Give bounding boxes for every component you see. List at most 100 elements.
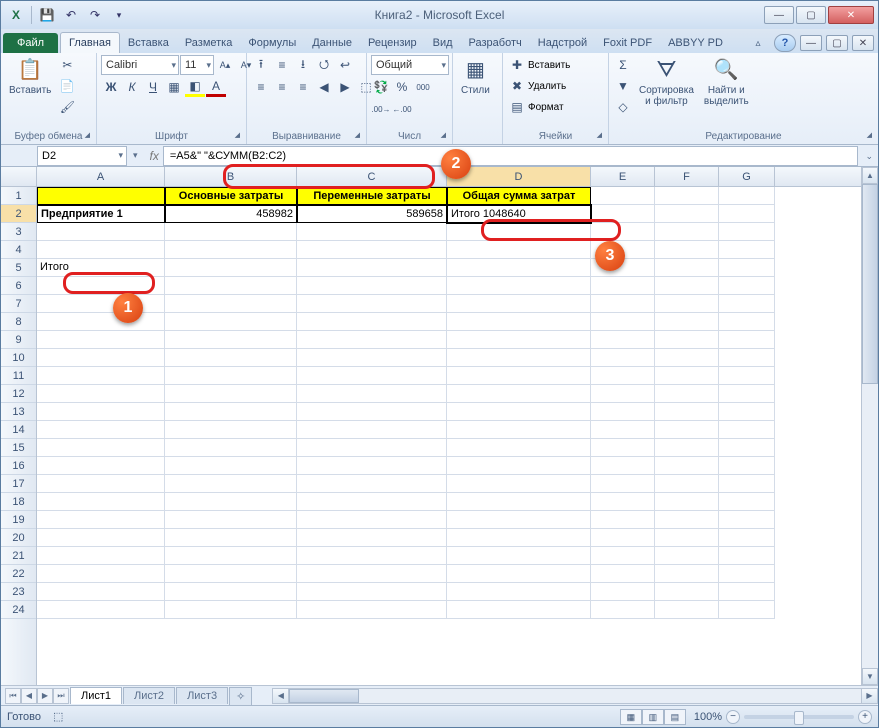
align-middle-icon[interactable]: ≡ (272, 55, 292, 75)
cell-C17[interactable] (297, 475, 447, 493)
wrap-text-icon[interactable]: ↩ (335, 55, 355, 75)
cell-C18[interactable] (297, 493, 447, 511)
scroll-left-icon[interactable]: ◀ (273, 689, 289, 703)
cell-B18[interactable] (165, 493, 297, 511)
select-all-button[interactable] (1, 167, 37, 186)
cell-F22[interactable] (655, 565, 719, 583)
cell-F4[interactable] (655, 241, 719, 259)
zoom-slider[interactable] (744, 715, 854, 719)
undo-icon[interactable]: ↶ (60, 4, 82, 26)
cell-G6[interactable] (719, 277, 775, 295)
cell-D18[interactable] (447, 493, 591, 511)
indent-dec-icon[interactable]: ◀ (314, 77, 334, 97)
cell-E13[interactable] (591, 403, 655, 421)
cell-G10[interactable] (719, 349, 775, 367)
cell-A15[interactable] (37, 439, 165, 457)
cell-B8[interactable] (165, 313, 297, 331)
cell-G1[interactable] (719, 187, 775, 205)
row-header[interactable]: 9 (1, 331, 36, 349)
row-header[interactable]: 18 (1, 493, 36, 511)
cell-D2[interactable]: Итого 1048640 (447, 205, 591, 223)
qat-customize-icon[interactable]: ▾ (108, 4, 130, 26)
maximize-button[interactable]: ▢ (796, 6, 826, 24)
cell-F2[interactable] (655, 205, 719, 223)
cell-G9[interactable] (719, 331, 775, 349)
redo-icon[interactable]: ↷ (84, 4, 106, 26)
tab-home[interactable]: Главная (60, 32, 120, 53)
cell-D13[interactable] (447, 403, 591, 421)
file-tab[interactable]: Файл (3, 33, 58, 53)
zoom-level[interactable]: 100% (694, 711, 722, 723)
cell-D7[interactable] (447, 295, 591, 313)
cell-B23[interactable] (165, 583, 297, 601)
tab-developer[interactable]: Разработч (461, 33, 530, 53)
cell-G12[interactable] (719, 385, 775, 403)
cell-B17[interactable] (165, 475, 297, 493)
cell-G14[interactable] (719, 421, 775, 439)
cell-D5[interactable] (447, 259, 591, 277)
cell-A7[interactable] (37, 295, 165, 313)
h-scroll-thumb[interactable] (289, 689, 359, 703)
row-header[interactable]: 5 (1, 259, 36, 277)
align-top-icon[interactable]: ⭱ (251, 55, 271, 75)
cell-D6[interactable] (447, 277, 591, 295)
sheet-first-icon[interactable]: ⏮ (5, 688, 21, 704)
cell-E23[interactable] (591, 583, 655, 601)
delete-cells-label[interactable]: Удалить (528, 81, 566, 92)
sheet-tab-2[interactable]: Лист2 (123, 687, 175, 704)
cell-B10[interactable] (165, 349, 297, 367)
cell-F11[interactable] (655, 367, 719, 385)
cell-F7[interactable] (655, 295, 719, 313)
v-scroll-thumb[interactable] (862, 184, 878, 384)
cell-B13[interactable] (165, 403, 297, 421)
cell-C7[interactable] (297, 295, 447, 313)
cells-area[interactable]: Основные затратыПеременные затратыОбщая … (37, 187, 861, 685)
ribbon-minimize-icon[interactable]: ▵ (748, 33, 768, 53)
cell-F16[interactable] (655, 457, 719, 475)
italic-button[interactable]: К (122, 77, 142, 97)
row-header[interactable]: 20 (1, 529, 36, 547)
cell-F3[interactable] (655, 223, 719, 241)
cell-B21[interactable] (165, 547, 297, 565)
align-right-icon[interactable]: ≡ (293, 77, 313, 97)
scroll-up-icon[interactable]: ▲ (862, 167, 878, 184)
cell-D21[interactable] (447, 547, 591, 565)
sheet-last-icon[interactable]: ⏭ (53, 688, 69, 704)
cell-A21[interactable] (37, 547, 165, 565)
row-header[interactable]: 14 (1, 421, 36, 439)
row-header[interactable]: 16 (1, 457, 36, 475)
cell-A13[interactable] (37, 403, 165, 421)
cell-G23[interactable] (719, 583, 775, 601)
formula-bar-expand-icon[interactable]: ⌄ (865, 151, 873, 162)
horizontal-scrollbar[interactable]: ◀ ▶ (272, 688, 878, 704)
cell-A2[interactable]: Предприятие 1 (37, 205, 165, 223)
sheet-next-icon[interactable]: ▶ (37, 688, 53, 704)
col-header-b[interactable]: B (165, 167, 297, 186)
cell-E20[interactable] (591, 529, 655, 547)
cell-A20[interactable] (37, 529, 165, 547)
tab-layout[interactable]: Разметка (177, 33, 241, 53)
name-box[interactable]: D2 (37, 146, 127, 166)
cell-D22[interactable] (447, 565, 591, 583)
paste-button[interactable]: 📋 Вставить (5, 55, 55, 98)
cell-A24[interactable] (37, 601, 165, 619)
cell-F15[interactable] (655, 439, 719, 457)
cell-A6[interactable] (37, 277, 165, 295)
cell-C6[interactable] (297, 277, 447, 295)
cell-C5[interactable] (297, 259, 447, 277)
tab-data[interactable]: Данные (304, 33, 360, 53)
cell-B3[interactable] (165, 223, 297, 241)
cell-G15[interactable] (719, 439, 775, 457)
format-cells-label[interactable]: Формат (528, 102, 564, 113)
cell-A14[interactable] (37, 421, 165, 439)
cell-C15[interactable] (297, 439, 447, 457)
row-header[interactable]: 8 (1, 313, 36, 331)
cell-B5[interactable] (165, 259, 297, 277)
row-header[interactable]: 1 (1, 187, 36, 205)
cell-C21[interactable] (297, 547, 447, 565)
dec-decimal-icon[interactable]: ←.00 (392, 99, 412, 119)
cell-E3[interactable] (591, 223, 655, 241)
cell-B15[interactable] (165, 439, 297, 457)
copy-icon[interactable]: 📄 (57, 76, 77, 96)
cell-F10[interactable] (655, 349, 719, 367)
